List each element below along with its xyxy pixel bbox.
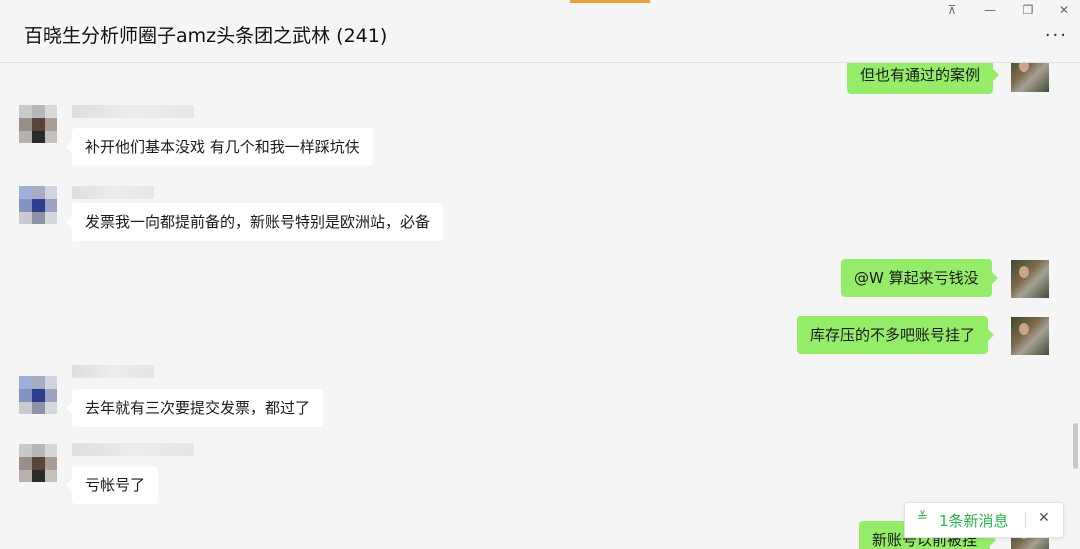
sender-avatar-pixelated[interactable]: [19, 376, 57, 414]
sender-avatar-pixelated[interactable]: [19, 444, 57, 482]
message-bubble-other[interactable]: 亏帐号了: [65, 466, 159, 504]
message-bubble-self[interactable]: 但也有通过的案例: [847, 63, 1000, 94]
sender-name-blurred: [72, 186, 154, 199]
sender-avatar-pixelated[interactable]: [19, 186, 57, 224]
pin-icon[interactable]: ⊼: [942, 2, 962, 18]
sender-name-blurred: [72, 365, 154, 378]
divider: [1025, 512, 1026, 528]
restore-icon[interactable]: ❐: [1018, 2, 1038, 18]
new-message-label[interactable]: 1条新消息: [939, 510, 1009, 531]
sender-avatar-pixelated[interactable]: [19, 105, 57, 143]
message-bubble-self[interactable]: @W 算起来亏钱没: [841, 259, 998, 297]
self-avatar[interactable]: [1011, 317, 1049, 355]
message-bubble-self[interactable]: 库存压的不多吧账号挂了: [797, 316, 995, 354]
chat-title: 百晓生分析师圈子amz头条团之武林 (241): [24, 25, 388, 47]
message-list[interactable]: 但也有通过的案例 补开他们基本没戏 有几个和我一样踩坑伕 发票我一向都提前备的，…: [0, 63, 1080, 549]
message-bubble-other[interactable]: 发票我一向都提前备的，新账号特别是欧洲站，必备: [65, 203, 444, 241]
message-bubble-other[interactable]: 补开他们基本没戏 有几个和我一样踩坑伕: [66, 128, 373, 166]
close-tip-icon[interactable]: ✕: [1038, 510, 1050, 526]
double-chevron-down-icon: ≚: [917, 510, 928, 525]
close-icon[interactable]: ✕: [1054, 2, 1074, 18]
new-message-tip[interactable]: ≚ 1条新消息 ✕: [904, 502, 1064, 538]
sender-name-blurred: [72, 443, 194, 456]
more-options-button[interactable]: ...: [1045, 22, 1068, 40]
chat-header: 百晓生分析师圈子amz头条团之武林 (241) ... ⊼ — ❐ ✕: [0, 0, 1080, 63]
self-avatar[interactable]: [1011, 63, 1049, 92]
sender-name-blurred: [72, 105, 194, 118]
message-bubble-other[interactable]: 去年就有三次要提交发票，都过了: [65, 389, 324, 427]
minimize-icon[interactable]: —: [980, 2, 1000, 18]
window-drag-tab: [570, 0, 650, 3]
scrollbar-thumb[interactable]: [1073, 423, 1078, 469]
self-avatar[interactable]: [1011, 260, 1049, 298]
